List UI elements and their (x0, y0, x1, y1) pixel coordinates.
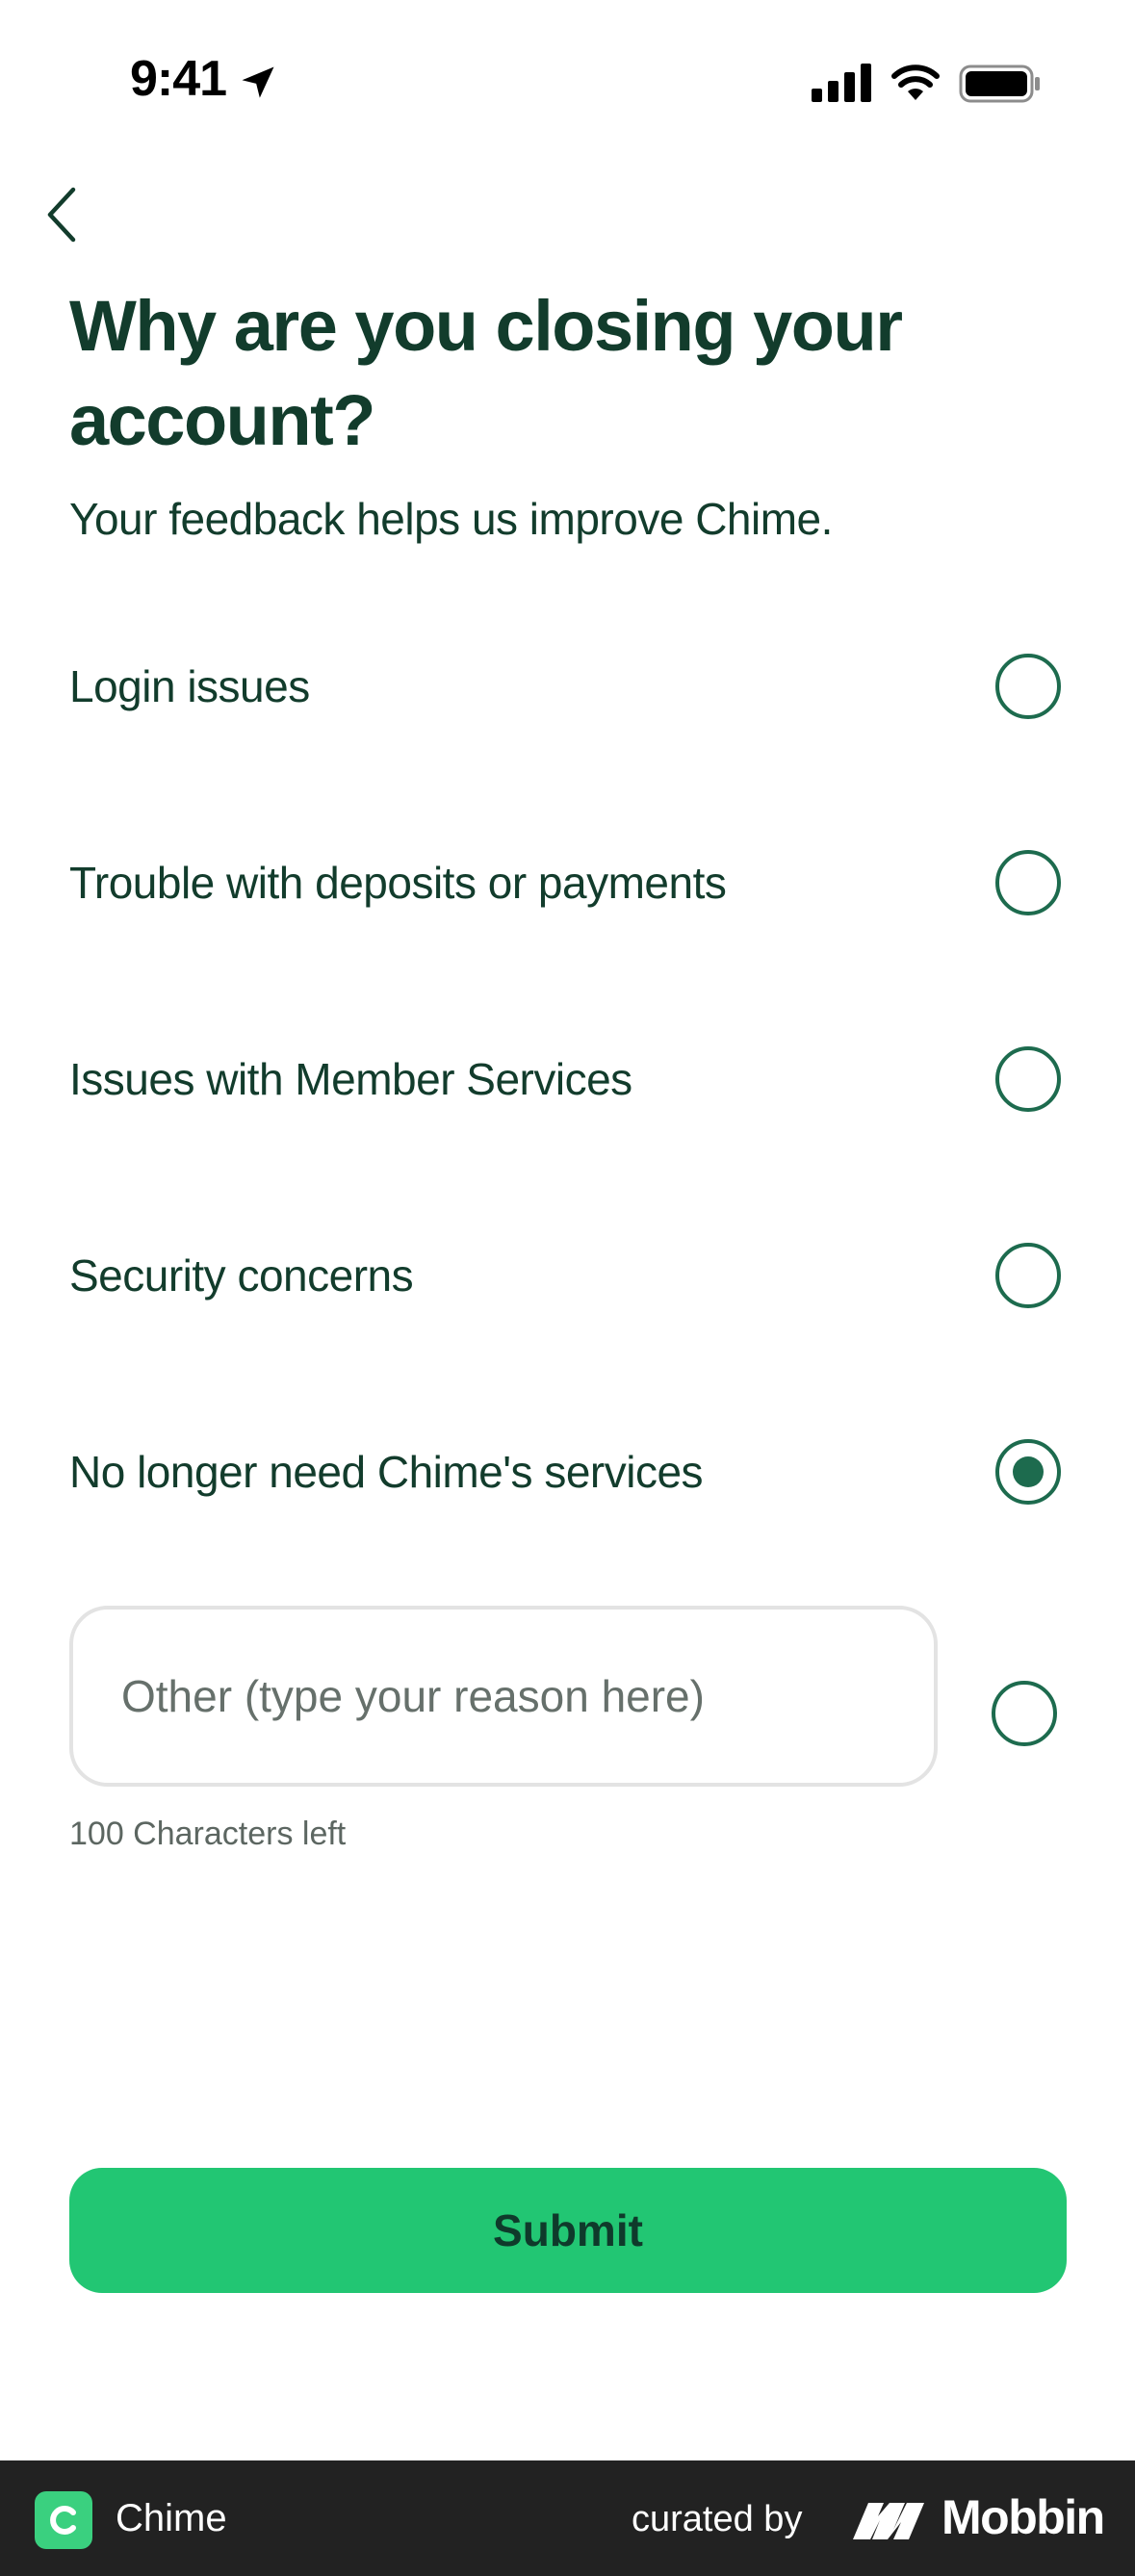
curated-by-label: curated by (632, 2499, 803, 2539)
footer-banner: Chime curated by Mobbin (0, 2460, 1135, 2576)
radio-button-selected[interactable] (995, 1439, 1061, 1505)
status-bar: 9:41 (0, 0, 1135, 154)
reason-option-member-services[interactable]: Issues with Member Services (69, 1026, 1061, 1132)
radio-button[interactable] (995, 654, 1061, 719)
option-label: Security concerns (69, 1250, 414, 1301)
radio-button[interactable] (995, 1243, 1061, 1308)
mobbin-logo-icon (853, 2503, 924, 2539)
reason-option-deposits-payments[interactable]: Trouble with deposits or payments (69, 830, 1061, 936)
cellular-signal-icon (812, 64, 871, 102)
page-title: Why are you closing your account? (69, 286, 903, 460)
wifi-icon (891, 64, 940, 100)
character-counter: 100 Characters left (69, 1816, 347, 1852)
battery-icon (959, 64, 1040, 103)
option-label: Issues with Member Services (69, 1054, 632, 1104)
option-label: Trouble with deposits or payments (69, 858, 727, 908)
option-label: Login issues (69, 661, 310, 711)
reason-option-security[interactable]: Security concerns (69, 1223, 1061, 1328)
other-reason-radio[interactable] (992, 1681, 1057, 1746)
reason-option-login-issues[interactable]: Login issues (69, 633, 1061, 739)
radio-button[interactable] (995, 1046, 1061, 1112)
submit-button[interactable]: Submit (69, 2168, 1067, 2293)
chime-logo-icon (50, 2506, 76, 2535)
mobbin-brand: Mobbin (942, 2490, 1105, 2544)
other-reason-input[interactable] (69, 1606, 938, 1787)
radio-button[interactable] (995, 850, 1061, 915)
status-time: 9:41 (130, 51, 227, 107)
reason-option-no-longer-need[interactable]: No longer need Chime's services (69, 1419, 1061, 1525)
app-name: Chime (116, 2497, 227, 2539)
radio-selected-dot (1013, 1456, 1044, 1487)
option-label: No longer need Chime's services (69, 1447, 704, 1497)
chime-app-logo (35, 2491, 92, 2549)
location-arrow-icon (242, 66, 274, 98)
back-button[interactable] (37, 181, 85, 248)
page-subtitle: Your feedback helps us improve Chime. (69, 494, 833, 544)
chevron-left-icon (47, 187, 76, 243)
